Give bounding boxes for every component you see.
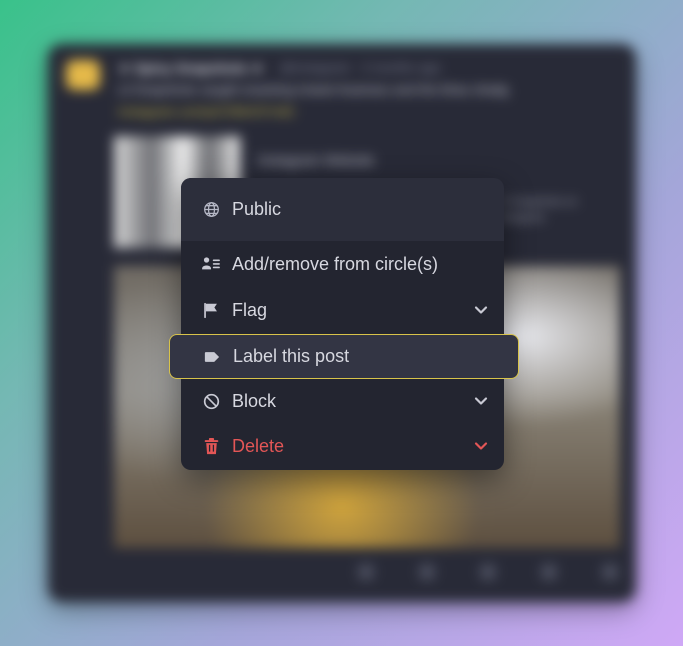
post-author-handle: @instagram · 2 months ago	[280, 60, 441, 75]
menu-item-delete[interactable]: Delete	[181, 424, 504, 468]
comment-icon	[419, 564, 435, 580]
avatar	[66, 60, 100, 90]
block-icon	[202, 392, 220, 410]
menu-item-flag[interactable]: Flag	[181, 288, 504, 332]
flag-icon	[202, 301, 220, 319]
menu-item-circles[interactable]: Add/remove from circle(s)	[181, 242, 504, 286]
visibility-label: Public	[232, 198, 282, 219]
menu-item-block[interactable]: Block	[181, 379, 504, 423]
menu-item-label-post[interactable]: Label this post	[169, 334, 519, 379]
chevron-down-icon[interactable]	[473, 302, 489, 318]
menu-item-label: Flag	[232, 299, 268, 320]
menu-item-label: Delete	[232, 435, 285, 456]
post-action-bar	[358, 564, 618, 584]
more-icon	[602, 564, 618, 580]
link-preview-title: Instagram Website	[258, 152, 375, 168]
globe-icon	[202, 200, 220, 218]
visibility-public-item[interactable]: Public	[181, 187, 504, 231]
reply-icon	[358, 564, 374, 580]
chevron-down-icon[interactable]	[473, 393, 489, 409]
link-preview-description: Lil Snapshots on Instagram	[496, 196, 578, 224]
post-body-text: Lil Snapshots caught snacking instant As…	[118, 82, 509, 97]
post-link: instagram.com/p/C5Mm5YmEr	[118, 104, 296, 119]
menu-item-label: Add/remove from circle(s)	[232, 253, 439, 274]
bookmark-icon	[541, 564, 557, 580]
people-list-icon	[202, 255, 220, 273]
menu-item-label: Block	[232, 390, 277, 411]
trash-icon	[202, 437, 220, 455]
chevron-down-icon[interactable]	[473, 438, 489, 454]
post-options-menu: Public Add/remove from circle(s) Flag Bl…	[181, 178, 504, 470]
post-author-name: ★ Spíсy Snapshots ★	[118, 60, 264, 76]
tag-icon	[203, 348, 221, 366]
boost-icon	[480, 564, 496, 580]
menu-item-label: Label this post	[233, 346, 350, 366]
